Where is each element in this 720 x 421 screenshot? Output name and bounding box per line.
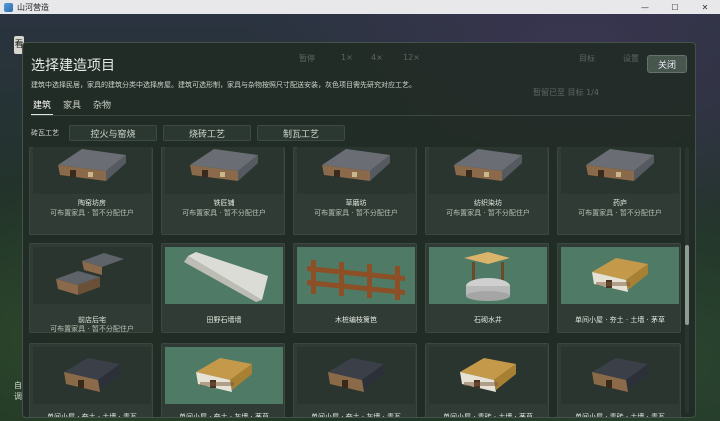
build-item-grid: 陶窑坊房 可布置家具 · 暂不分配住户 铁匠铺 可布置家具 · 暂不分配住户 草磨坊 可布… (29, 147, 681, 418)
game-viewport[interactable]: 看 自 调 暂停 1× 4× 12× 目标 设置 暂留已至 目标 1/4 选择建… (0, 14, 720, 421)
close-window-button[interactable]: ✕ (690, 0, 720, 14)
build-item-subtitle: 可布置家具 · 暂不分配住户 (446, 209, 530, 217)
build-item-subtitle: 可布置家具 · 暂不分配住户 (578, 209, 662, 217)
window-titlebar: 山河营造 — ☐ ✕ (0, 0, 720, 14)
build-item-name: 单间小屋 · 夯土 · 灰墙 · 青瓦 (310, 413, 402, 418)
build-item-subtitle: 可布置家具 · 暂不分配住户 (50, 325, 134, 333)
dialog-description: 建筑中选择民居，家具的建筑分类中选择房屋。建筑可选形制，家具与杂物按照尺寸配送安… (31, 81, 416, 89)
dialog-title: 选择建造项目 (31, 58, 115, 74)
build-item-card[interactable]: 单间小屋 · 夯土 · 土墙 · 茅草 (557, 243, 681, 333)
grid-scrollbar[interactable] (685, 147, 689, 413)
app-logo-icon (4, 2, 13, 12)
thatched-hut-icon (165, 347, 283, 404)
window-title: 山河营造 (17, 2, 49, 12)
build-item-card[interactable]: 铁匠铺可布置家具 · 暂不分配住户 (161, 147, 285, 235)
build-item-card[interactable]: 草磨坊可布置家具 · 暂不分配住户 (293, 147, 417, 235)
build-item-name: 田野石墙墙 (206, 316, 242, 324)
filter-fire-kiln[interactable]: 控火与窑烧 (69, 125, 157, 141)
house-icon (33, 147, 151, 194)
filter-brick[interactable]: 烧砖工艺 (163, 125, 251, 141)
stone-wall-icon (165, 247, 283, 304)
filter-tile[interactable]: 制瓦工艺 (257, 125, 345, 141)
house-icon (297, 147, 415, 194)
tab-buildings[interactable]: 建筑 (31, 98, 54, 116)
build-item-subtitle: 可布置家具 · 暂不分配住户 (50, 209, 134, 217)
tiled-hut-icon (33, 347, 151, 404)
build-item-card[interactable]: 前店后宅 可布置家具 · 暂不分配住户 (29, 243, 153, 333)
ghost-speed-12: 12× (403, 53, 420, 62)
scrollbar-thumb[interactable] (685, 245, 689, 325)
window-controls: — ☐ ✕ (630, 0, 720, 14)
ghost-status: 暂留已至 目标 1/4 (533, 88, 599, 97)
craft-filter-row: 砖瓦工艺 控火与窑烧 烧砖工艺 制瓦工艺 (31, 125, 351, 141)
build-item-name: 石砌水井 (474, 316, 502, 324)
build-item-subtitle: 可布置家具 · 暂不分配住户 (182, 209, 266, 217)
build-item-card[interactable]: 陶窑坊房可布置家具 · 暂不分配住户 (29, 147, 153, 235)
build-item-card[interactable]: 单间小屋 · 夯土 · 土墙 · 青瓦 (29, 343, 153, 418)
stone-well-icon (429, 247, 547, 304)
tab-misc[interactable]: 杂物 (91, 98, 113, 116)
house-icon (429, 147, 547, 194)
build-item-name: 陶窑坊房 (78, 199, 106, 207)
build-item-name: 铁匠铺 (213, 199, 235, 207)
category-tabs: 建筑 家具 杂物 (31, 98, 113, 116)
build-item-card[interactable]: 木桩编枝篱笆 (293, 243, 417, 333)
build-item-card[interactable]: 纺织染坊可布置家具 · 暂不分配住户 (425, 147, 549, 235)
hud-bottom-left: 自 调 (14, 380, 22, 402)
build-item-name: 单间小屋 · 青砖 · 土墙 · 青瓦 (574, 413, 666, 418)
build-item-name: 单间小屋 · 夯土 · 灰墙 · 茅草 (178, 413, 270, 418)
build-item-name: 单间小屋 · 青砖 · 土墙 · 茅草 (442, 413, 534, 418)
build-item-card[interactable]: 石砌水井 (425, 243, 549, 333)
build-item-card[interactable]: 单间小屋 · 青砖 · 土墙 · 茅草 (425, 343, 549, 418)
hud-bottom-left-line: 自 (14, 381, 22, 390)
build-item-name: 木桩编枝篱笆 (335, 316, 377, 324)
ghost-goals: 目标 (579, 54, 595, 63)
build-item-card[interactable]: 单间小屋 · 夯土 · 灰墙 · 茅草 (161, 343, 285, 418)
house-icon (165, 147, 283, 194)
ghost-settings: 设置 (623, 54, 639, 63)
filter-label: 砖瓦工艺 (31, 129, 59, 137)
double-house-icon (33, 247, 151, 304)
thatched-hut-icon (429, 347, 547, 404)
house-icon (561, 147, 679, 194)
build-item-name: 草磨坊 (345, 199, 367, 207)
ghost-pause: 暂停 (299, 54, 315, 63)
build-item-name: 单间小屋 · 夯土 · 土墙 · 茅草 (574, 316, 666, 324)
close-button[interactable]: 关闭 (647, 55, 687, 73)
build-item-name: 纺织染坊 (474, 199, 502, 207)
build-item-card[interactable]: 田野石墙墙 (161, 243, 285, 333)
build-item-subtitle: 可布置家具 · 暂不分配住户 (314, 209, 398, 217)
build-item-card[interactable]: 药庐可布置家具 · 暂不分配住户 (557, 147, 681, 235)
tabs-divider (31, 115, 691, 116)
hud-bottom-left-line: 调 (14, 392, 22, 401)
tiled-hut-icon (297, 347, 415, 404)
wooden-fence-icon (297, 247, 415, 304)
build-item-card[interactable]: 单间小屋 · 青砖 · 土墙 · 青瓦 (557, 343, 681, 418)
build-item-name: 单间小屋 · 夯土 · 土墙 · 青瓦 (46, 413, 138, 418)
tab-furniture[interactable]: 家具 (61, 98, 83, 116)
ghost-speed-4: 4× (371, 53, 383, 62)
minimize-button[interactable]: — (630, 0, 660, 14)
thatched-hut-icon (561, 247, 679, 304)
build-selection-dialog: 暂停 1× 4× 12× 目标 设置 暂留已至 目标 1/4 选择建造项目 关闭… (22, 42, 696, 418)
build-item-name: 药庐 (613, 199, 627, 207)
tiled-hut-icon (561, 347, 679, 404)
build-item-card[interactable]: 单间小屋 · 夯土 · 灰墙 · 青瓦 (293, 343, 417, 418)
maximize-button[interactable]: ☐ (660, 0, 690, 14)
ghost-speed-1: 1× (341, 53, 353, 62)
